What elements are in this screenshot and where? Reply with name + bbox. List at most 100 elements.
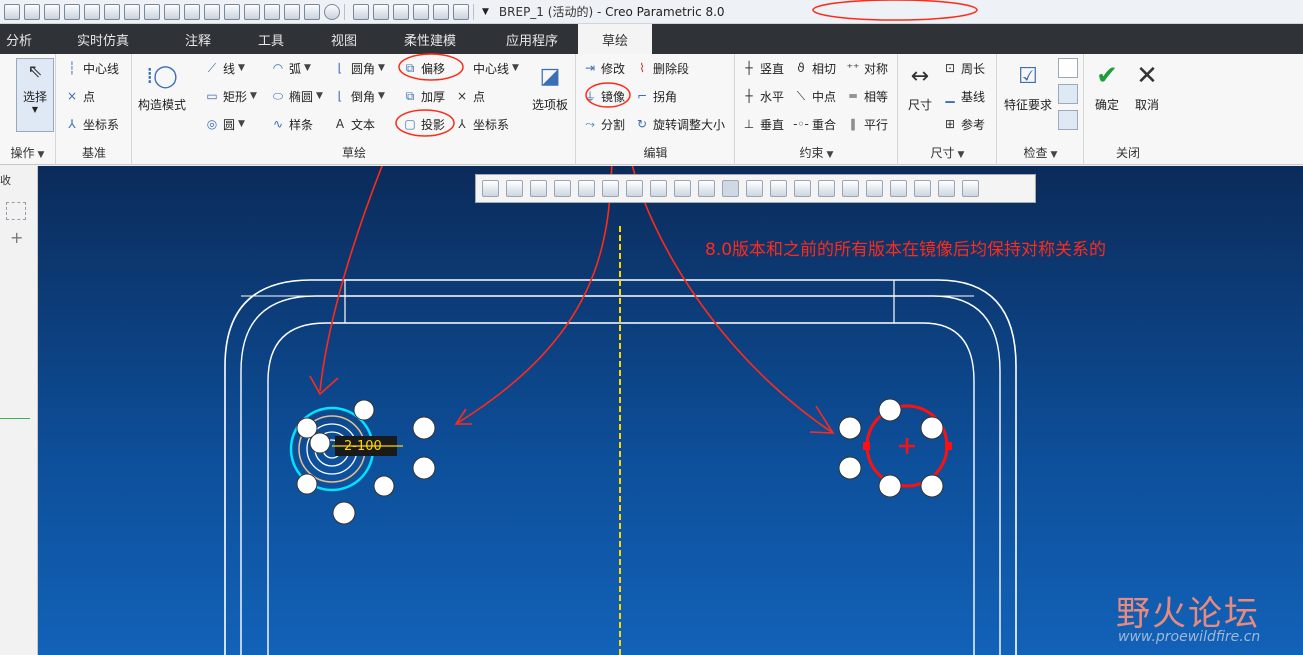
zoom-in-icon[interactable] xyxy=(506,180,523,197)
dimension-button[interactable]: ↔ 尺寸 xyxy=(901,60,939,113)
tangent-constraint-button[interactable]: ϑ 相切 xyxy=(794,58,836,78)
equal-constraint-button[interactable]: ═ 相等 xyxy=(846,86,888,106)
repaint-icon[interactable] xyxy=(554,180,571,197)
datum-coordsys-button[interactable]: ⅄ 坐标系 xyxy=(65,114,119,134)
symmetric-constraint-button[interactable]: ⁺⁺ 对称 xyxy=(846,58,888,78)
ok-button[interactable]: ✔ 确定 xyxy=(1089,60,1125,113)
open-icon[interactable] xyxy=(24,3,40,20)
vertical-constraint-button[interactable]: ┼ 竖直 xyxy=(742,58,784,78)
point-icon[interactable] xyxy=(244,3,260,20)
rectangle-button[interactable]: ▭ 矩形 ▼ xyxy=(205,86,257,106)
view-icon[interactable] xyxy=(304,3,320,20)
layer-icon[interactable] xyxy=(6,202,26,220)
tab-applications[interactable]: 应用程序 xyxy=(486,24,578,54)
modify-button[interactable]: ⇥ 修改 xyxy=(583,58,625,78)
spline-button[interactable]: ∿ 样条 xyxy=(271,114,313,134)
sketch-coordsys-button[interactable]: ⅄ 坐标系 xyxy=(455,114,509,134)
display-icon[interactable] xyxy=(284,3,300,20)
divide-button[interactable]: ⤳ 分割 xyxy=(583,114,625,134)
datum-point-button[interactable]: × 点 xyxy=(65,86,95,106)
curve-icon[interactable] xyxy=(224,3,240,20)
graphics-window[interactable]: 2-100 8.0版本和之前的所有版本在镜像后均保持对称关系的 野火论坛 www… xyxy=(38,166,1303,655)
horizontal-constraint-button[interactable]: ┼ 水平 xyxy=(742,86,784,106)
select-icon[interactable] xyxy=(393,3,409,20)
reference-button[interactable]: ⊞ 参考 xyxy=(943,114,985,134)
regenerate-icon[interactable] xyxy=(104,3,120,20)
window-icon[interactable] xyxy=(453,3,469,20)
overlap-icon[interactable] xyxy=(1058,58,1078,78)
tab-flexible-modeling[interactable]: 柔性建模 xyxy=(374,24,486,54)
constraint-display-icon[interactable] xyxy=(770,180,787,197)
mirror-button[interactable]: ⏚ 镜像 xyxy=(583,86,625,106)
select-button[interactable]: ⇖ 选择 ▼ xyxy=(16,58,54,132)
offset-button[interactable]: ⧉ 偏移 xyxy=(403,58,445,78)
perpendicular-constraint-button[interactable]: ⊥ 垂直 xyxy=(742,114,784,134)
shade-icon[interactable] xyxy=(324,3,340,20)
render-icon[interactable] xyxy=(144,3,160,20)
redo-icon[interactable] xyxy=(373,3,389,20)
plane-icon[interactable] xyxy=(184,3,200,20)
saved-orientation-icon[interactable] xyxy=(602,180,619,197)
new-icon[interactable] xyxy=(4,3,20,20)
ellipse-button[interactable]: ⬭ 椭圆 ▼ xyxy=(271,86,323,106)
midpoint-constraint-button[interactable]: ⟍ 中点 xyxy=(794,86,836,106)
view-manager-icon[interactable] xyxy=(626,180,643,197)
undo-icon[interactable] xyxy=(353,3,369,20)
arc-button[interactable]: ◠ 弧 ▼ xyxy=(271,58,311,78)
refit-icon[interactable] xyxy=(482,180,499,197)
tab-view[interactable]: 视图 xyxy=(314,24,374,54)
datum-icon[interactable] xyxy=(164,3,180,20)
print-icon[interactable] xyxy=(84,3,100,20)
tab-sketch[interactable]: 草绘 xyxy=(578,24,652,54)
feature-requirements-button[interactable]: ☑ 特征要求 xyxy=(1000,60,1056,113)
dimension-label[interactable]: 2-100 xyxy=(344,439,382,454)
coincident-constraint-button[interactable]: -◦- 重合 xyxy=(793,114,836,134)
save-as-icon[interactable] xyxy=(64,3,80,20)
datum-display-icon[interactable] xyxy=(650,180,667,197)
tab-analysis[interactable]: 分析 xyxy=(0,24,38,54)
sketch-settings-icon[interactable] xyxy=(842,180,859,197)
disconnect-icon[interactable] xyxy=(962,180,979,197)
line-button[interactable]: ⟋ 线 ▼ xyxy=(205,58,245,78)
dimension-display-icon[interactable] xyxy=(746,180,763,197)
construction-mode-button[interactable]: ⁞◯ 构造模式 xyxy=(135,60,189,113)
save-icon[interactable] xyxy=(44,3,60,20)
shading-icon[interactable] xyxy=(866,180,883,197)
project-button[interactable]: ▢ 投影 xyxy=(403,114,445,134)
section-icon[interactable] xyxy=(938,180,955,197)
shade-closed-icon[interactable] xyxy=(1058,84,1078,104)
tab-simulation[interactable]: 实时仿真 xyxy=(38,24,168,54)
panel-tab-label[interactable]: 收 xyxy=(0,172,11,188)
sketch-centerline-button[interactable]: 中心线 ▼ xyxy=(473,58,519,78)
sketch-point-button[interactable]: × 点 xyxy=(455,86,485,106)
delete-segment-button[interactable]: ⌇ 删除段 xyxy=(635,58,689,78)
baseline-button[interactable]: ▁ 基线 xyxy=(943,86,985,106)
shading-edges-icon[interactable] xyxy=(890,180,907,197)
qat-dropdown-icon[interactable]: ▼ xyxy=(482,7,489,17)
grid-display-icon[interactable] xyxy=(794,180,811,197)
tab-tools[interactable]: 工具 xyxy=(228,24,314,54)
sketch-icon[interactable] xyxy=(264,3,280,20)
vertex-display-icon[interactable] xyxy=(818,180,835,197)
circle-button[interactable]: ◎ 圆 ▼ xyxy=(205,114,245,134)
tools-icon[interactable] xyxy=(124,3,140,20)
close-icon[interactable] xyxy=(413,3,429,20)
tab-annotate[interactable]: 注释 xyxy=(168,24,228,54)
zoom-out-icon[interactable] xyxy=(530,180,547,197)
datum-centerline-button[interactable]: ┆ 中心线 xyxy=(65,58,119,78)
cancel-button[interactable]: ✕ 取消 xyxy=(1129,60,1165,113)
thicken-button[interactable]: ⧉ 加厚 xyxy=(403,86,445,106)
annotation-display-icon[interactable] xyxy=(674,180,691,197)
corner-button[interactable]: ⌐ 拐角 xyxy=(635,86,677,106)
perimeter-button[interactable]: ⊡ 周长 xyxy=(943,58,985,78)
fillet-button[interactable]: ⌊ 圆角 ▼ xyxy=(333,58,385,78)
open-ends-icon[interactable] xyxy=(1058,110,1078,130)
checkbox-icon[interactable] xyxy=(433,3,449,20)
add-icon[interactable]: + xyxy=(10,228,23,247)
appearance-icon[interactable] xyxy=(914,180,931,197)
display-style-icon[interactable] xyxy=(578,180,595,197)
text-button[interactable]: A 文本 xyxy=(333,114,375,134)
sketch-view-icon[interactable] xyxy=(722,180,739,197)
rotate-resize-button[interactable]: ↻ 旋转调整大小 xyxy=(635,114,725,134)
palette-button[interactable]: ◪ 选项板 xyxy=(529,60,571,113)
